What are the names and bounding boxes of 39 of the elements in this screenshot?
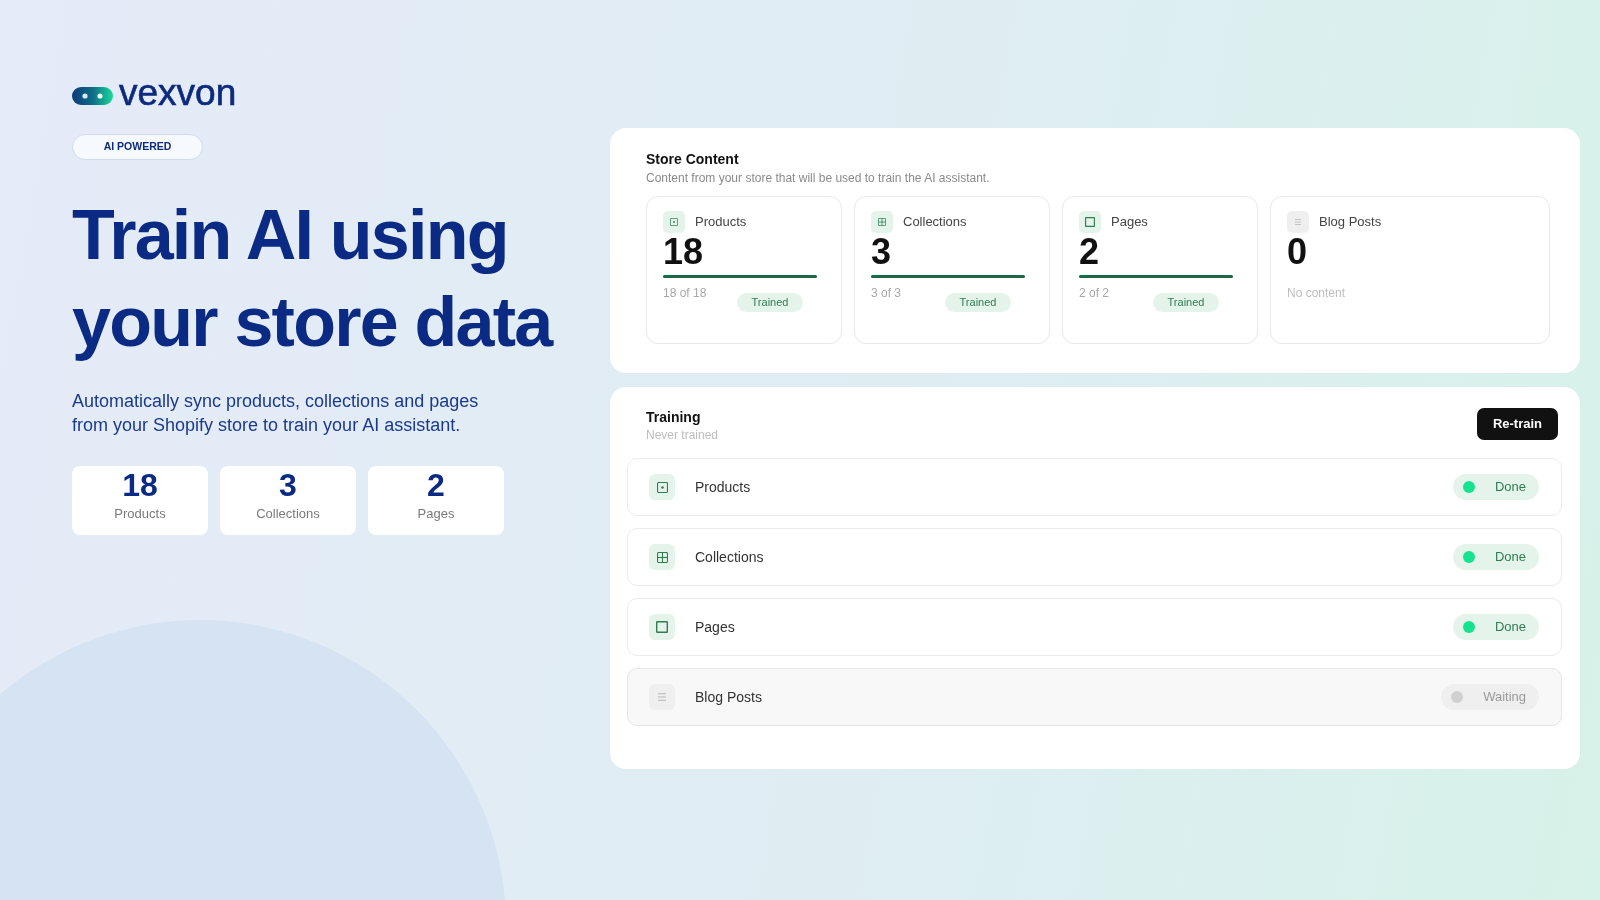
content-count: 3	[871, 233, 892, 271]
hero-description: Automatically sync products, collections and pages from your Shopify store to train your AI assistant.	[72, 390, 480, 437]
hero-title: Train AI using your store data	[72, 195, 554, 363]
content-count: 0	[1287, 233, 1308, 271]
section-title: Training	[646, 408, 702, 427]
stat-value: 3	[279, 467, 297, 503]
progress-text: 2 of 2	[1079, 285, 1111, 301]
status-text: Done	[1494, 548, 1526, 566]
section-subtitle: Content from your store that will be used to train the AI assistant.	[646, 170, 991, 186]
content-count: 18	[663, 233, 704, 271]
stat-label: Pages	[417, 506, 455, 522]
content-count: 2	[1079, 233, 1100, 271]
status-text: Done	[1494, 618, 1526, 636]
content-label: Collections	[903, 213, 967, 231]
logo-icon	[72, 86, 113, 105]
retrain-button[interactable]: Re-train	[1476, 408, 1558, 440]
section-subtitle: Never trained	[646, 427, 719, 443]
stat-value: 18	[122, 467, 158, 503]
section-title: Store Content	[646, 150, 740, 169]
row-label: Pages	[695, 618, 735, 637]
row-label: Collections	[695, 548, 764, 567]
empty-note: No content	[1287, 285, 1346, 301]
progress-text: 18 of 18	[663, 285, 708, 301]
row-label: Blog Posts	[695, 688, 762, 707]
content-label: Blog Posts	[1319, 213, 1382, 231]
status-text: Done	[1494, 478, 1526, 496]
content-label: Products	[695, 213, 747, 231]
stat-label: Products	[114, 506, 166, 522]
status-badge: Trained	[945, 293, 1011, 312]
status-text: Waiting	[1483, 688, 1526, 706]
brand-name: vexvon	[119, 75, 237, 110]
stat-label: Collections	[256, 506, 320, 522]
stat-value: 2	[427, 467, 445, 503]
content-label: Pages	[1111, 213, 1148, 231]
progress-text: 3 of 3	[871, 285, 903, 301]
status-badge: Trained	[1153, 293, 1219, 312]
ai-powered-badge: AI POWERED	[72, 134, 203, 160]
row-label: Products	[695, 478, 751, 497]
status-badge: Trained	[737, 293, 803, 312]
